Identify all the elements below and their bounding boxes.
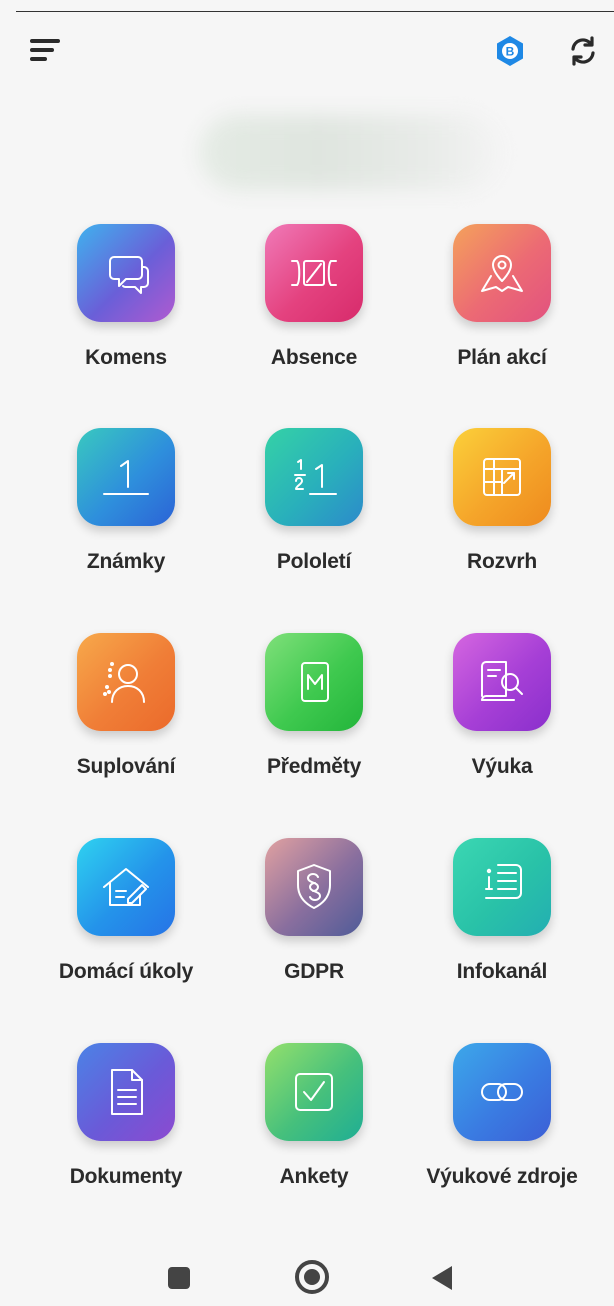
map-pin-icon	[472, 243, 532, 303]
book-search-icon	[472, 652, 532, 712]
module-label: Pololetí	[276, 550, 352, 573]
bakalari-logo-button[interactable]: B	[494, 35, 526, 67]
chat-bubbles-icon	[96, 243, 156, 303]
module-icon-box	[77, 428, 175, 526]
module-tile[interactable]: Předměty	[224, 633, 404, 813]
module-tile[interactable]: Komens	[36, 224, 216, 404]
menu-button[interactable]	[30, 36, 62, 64]
module-label: Předměty	[266, 755, 362, 778]
module-icon-box	[77, 1043, 175, 1141]
poll-checkbox-icon	[284, 1062, 344, 1122]
module-label: Známky	[86, 550, 166, 573]
subject-card-icon	[284, 652, 344, 712]
module-tile[interactable]: Výukové zdroje	[412, 1043, 592, 1223]
absence-icon	[284, 243, 344, 303]
hamburger-menu-icon	[30, 39, 60, 43]
document-icon	[96, 1062, 156, 1122]
module-tile[interactable]: Domácí úkoly	[36, 838, 216, 1018]
module-label: Rozvrh	[467, 550, 537, 573]
refresh-icon	[571, 36, 595, 66]
redacted-user-name	[200, 115, 500, 190]
module-label: Dokumenty	[69, 1165, 183, 1188]
module-icon-box	[453, 838, 551, 936]
module-label: GDPR	[284, 960, 344, 983]
info-list-icon	[472, 857, 532, 917]
module-tile[interactable]: Výuka	[412, 633, 592, 813]
module-tile[interactable]: GDPR	[224, 838, 404, 1018]
module-label: Komens	[85, 346, 167, 369]
module-label: Absence	[270, 346, 358, 369]
recent-apps-icon[interactable]	[168, 1267, 190, 1289]
home-icon[interactable]	[295, 1260, 329, 1294]
module-label: Infokanál	[456, 960, 548, 983]
module-icon-box	[265, 633, 363, 731]
module-icon-box	[265, 428, 363, 526]
module-icon-box	[265, 1043, 363, 1141]
bakalari-logo-icon: B	[497, 36, 523, 66]
module-tile[interactable]: Rozvrh	[412, 428, 592, 608]
system-navigation-bar	[0, 1238, 614, 1306]
module-label: Výuka	[471, 755, 533, 778]
half-term-icon	[284, 447, 344, 507]
module-icon-box	[453, 633, 551, 731]
module-tile[interactable]: Suplování	[36, 633, 216, 813]
module-label: Domácí úkoly	[58, 960, 194, 983]
refresh-button[interactable]	[565, 33, 601, 69]
module-icon-box	[77, 224, 175, 322]
module-icon-box	[77, 633, 175, 731]
gdpr-shield-icon	[284, 857, 344, 917]
svg-text:B: B	[506, 45, 515, 59]
hamburger-menu-line	[30, 48, 54, 52]
module-icon-box	[453, 428, 551, 526]
module-icon-box	[453, 224, 551, 322]
module-tile[interactable]: Infokanál	[412, 838, 592, 1018]
grade-one-icon	[96, 447, 156, 507]
module-tile[interactable]: Absence	[224, 224, 404, 404]
module-label: Ankety	[279, 1165, 349, 1188]
substitute-person-icon	[96, 652, 156, 712]
module-label: Výukové zdroje	[426, 1165, 578, 1188]
status-divider	[16, 11, 614, 12]
module-tile[interactable]: Známky	[36, 428, 216, 608]
module-label: Plán akcí	[457, 346, 547, 369]
module-icon-box	[453, 1043, 551, 1141]
homework-house-icon	[96, 857, 156, 917]
link-icon	[472, 1062, 532, 1122]
module-tile[interactable]: Ankety	[224, 1043, 404, 1223]
module-icon-box	[77, 838, 175, 936]
module-label: Suplování	[76, 755, 176, 778]
back-icon[interactable]	[432, 1266, 452, 1290]
module-tile[interactable]: Dokumenty	[36, 1043, 216, 1223]
module-tile[interactable]: Pololetí	[224, 428, 404, 608]
hamburger-menu-line	[30, 57, 47, 61]
module-tile[interactable]: Plán akcí	[412, 224, 592, 404]
module-icon-box	[265, 224, 363, 322]
module-icon-box	[265, 838, 363, 936]
timetable-icon	[472, 447, 532, 507]
